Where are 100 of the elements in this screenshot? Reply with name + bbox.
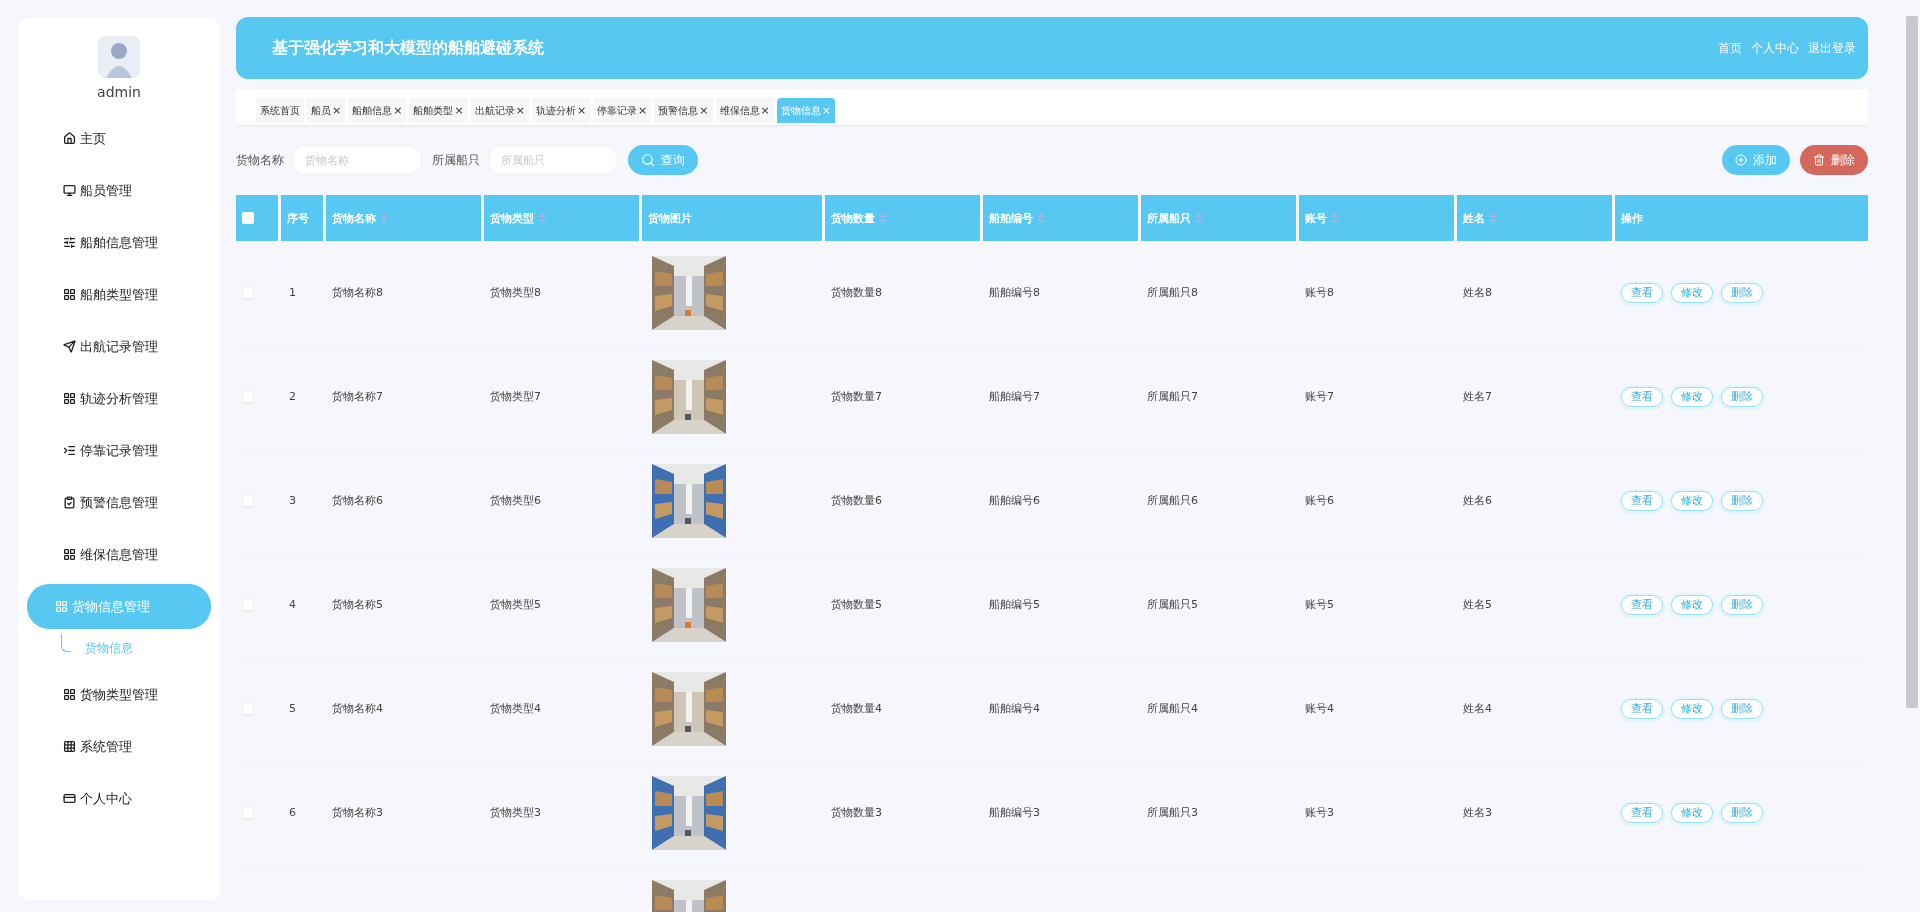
tab[interactable]: 停靠记录× xyxy=(593,98,652,123)
search-button[interactable]: 查询 xyxy=(628,145,698,175)
menu-item[interactable]: 轨迹分析管理 xyxy=(27,376,211,421)
action-button[interactable]: 修改 xyxy=(1671,594,1713,615)
menu-icon xyxy=(55,600,68,613)
action-button[interactable]: 查看 xyxy=(1621,282,1663,303)
table-cell: 货物数量3 xyxy=(831,805,882,820)
table-cell: 账号3 xyxy=(1305,805,1334,820)
menu-item[interactable]: 预警信息管理 xyxy=(27,480,211,525)
action-button[interactable]: 修改 xyxy=(1671,698,1713,719)
scrollbar[interactable] xyxy=(1906,16,1918,708)
column-title: 账号 xyxy=(1305,210,1327,226)
table-cell: 货物类型7 xyxy=(490,389,541,404)
table-cell: 船舶编号4 xyxy=(989,701,1040,716)
plus-icon xyxy=(1735,154,1747,166)
sort-icon[interactable] xyxy=(1038,213,1044,223)
action-button[interactable]: 查看 xyxy=(1621,386,1663,407)
action-button[interactable]: 删除 xyxy=(1721,594,1763,615)
trash-icon xyxy=(1813,154,1825,166)
column-title: 货物名称 xyxy=(332,210,376,226)
submenu-item[interactable]: 货物信息 xyxy=(85,639,133,657)
sort-icon[interactable] xyxy=(1332,213,1338,223)
tab[interactable]: 预警信息× xyxy=(654,98,713,123)
table-cell: 船舶编号7 xyxy=(989,389,1040,404)
table-cell: 3 xyxy=(289,494,296,507)
table-cell: 货物名称3 xyxy=(332,805,383,820)
action-button[interactable]: 查看 xyxy=(1621,698,1663,719)
table-cell: 1 xyxy=(289,286,296,299)
table-cell: 姓名6 xyxy=(1463,493,1492,508)
avatar-icon xyxy=(98,36,140,78)
tab[interactable]: 船舶信息× xyxy=(348,98,407,123)
tab[interactable]: 维保信息× xyxy=(715,98,774,123)
header-link[interactable]: 退出登录 xyxy=(1808,39,1856,57)
checkbox[interactable] xyxy=(242,212,254,224)
menu-item[interactable]: 货物信息管理 xyxy=(27,584,211,629)
menu-item[interactable]: 船舶类型管理 xyxy=(27,272,211,317)
table-cell: 姓名5 xyxy=(1463,597,1492,612)
header-link[interactable]: 首页 xyxy=(1718,39,1742,57)
table-cell: 货物类型3 xyxy=(490,805,541,820)
menu-icon xyxy=(63,688,76,701)
action-button[interactable]: 修改 xyxy=(1671,282,1713,303)
action-button[interactable]: 删除 xyxy=(1721,386,1763,407)
action-button[interactable]: 查看 xyxy=(1621,490,1663,511)
delete-button[interactable]: 删除 xyxy=(1800,145,1868,175)
table-cell: 船舶编号3 xyxy=(989,805,1040,820)
menu-icon xyxy=(63,132,76,145)
header-link[interactable]: 个人中心 xyxy=(1751,39,1799,57)
sort-icon[interactable] xyxy=(1490,213,1496,223)
sort-icon[interactable] xyxy=(539,213,545,223)
column-title: 操作 xyxy=(1621,210,1643,226)
menu-icon xyxy=(63,392,76,405)
menu-item[interactable]: 个人中心 xyxy=(27,776,211,821)
table-cell: 货物数量8 xyxy=(831,285,882,300)
action-button[interactable]: 修改 xyxy=(1671,490,1713,511)
sort-icon[interactable] xyxy=(1196,213,1202,223)
action-button[interactable]: 查看 xyxy=(1621,594,1663,615)
table-cell: 货物数量6 xyxy=(831,493,882,508)
action-button[interactable]: 修改 xyxy=(1671,802,1713,823)
tab[interactable]: 船舶类型× xyxy=(409,98,468,123)
tab[interactable]: 轨迹分析× xyxy=(531,98,591,123)
menu-item[interactable]: 货物类型管理 xyxy=(27,672,211,717)
table-cell: 货物名称6 xyxy=(332,493,383,508)
table-cell: 货物名称7 xyxy=(332,389,383,404)
tab[interactable]: 出航记录× xyxy=(470,98,529,123)
menu-icon xyxy=(63,792,76,805)
field-label: 货物名称 xyxy=(236,151,284,169)
add-button[interactable]: 添加 xyxy=(1722,145,1790,175)
table-cell: 账号8 xyxy=(1305,285,1334,300)
column-title: 货物数量 xyxy=(831,210,875,226)
tab[interactable]: 船员× xyxy=(307,98,346,123)
menu-icon xyxy=(63,340,76,353)
user-name: admin xyxy=(97,84,141,100)
menu-item[interactable]: 主页 xyxy=(27,116,211,161)
action-button[interactable]: 删除 xyxy=(1721,698,1763,719)
table-cell: 账号5 xyxy=(1305,597,1334,612)
action-button[interactable]: 删除 xyxy=(1721,802,1763,823)
action-button[interactable]: 删除 xyxy=(1721,490,1763,511)
action-button[interactable]: 删除 xyxy=(1721,282,1763,303)
table-cell: 5 xyxy=(289,702,296,715)
column-title: 船舶编号 xyxy=(989,210,1033,226)
table-cell: 姓名3 xyxy=(1463,805,1492,820)
column-title: 所属船只 xyxy=(1147,210,1191,226)
tab[interactable]: 系统首页 xyxy=(256,98,304,123)
sort-icon[interactable] xyxy=(381,213,387,223)
action-button[interactable]: 修改 xyxy=(1671,386,1713,407)
tab[interactable]: 货物信息× xyxy=(776,98,835,123)
menu-item[interactable]: 停靠记录管理 xyxy=(27,428,211,473)
table-cell: 所属船只7 xyxy=(1147,389,1198,404)
menu-item[interactable]: 出航记录管理 xyxy=(27,324,211,369)
column-title: 货物图片 xyxy=(648,210,692,226)
action-button[interactable]: 查看 xyxy=(1621,802,1663,823)
table-cell: 账号7 xyxy=(1305,389,1334,404)
menu-item[interactable]: 船舶信息管理 xyxy=(27,220,211,265)
menu-item[interactable]: 维保信息管理 xyxy=(27,532,211,577)
app-title: 基于强化学习和大模型的船舶避碰系统 xyxy=(272,37,544,59)
menu-item[interactable]: 船员管理 xyxy=(27,168,211,213)
menu-item[interactable]: 系统管理 xyxy=(27,724,211,769)
sort-icon[interactable] xyxy=(880,213,886,223)
table-cell: 船舶编号8 xyxy=(989,285,1040,300)
table-cell: 船舶编号5 xyxy=(989,597,1040,612)
